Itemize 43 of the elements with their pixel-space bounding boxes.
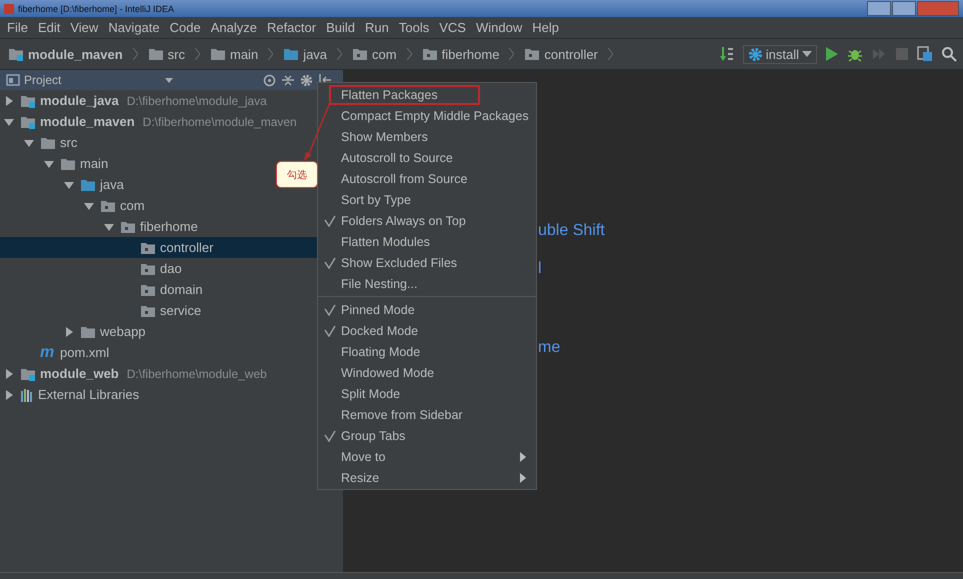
menu-option-label: Show Excluded Files <box>341 254 458 270</box>
tree-item-label: module_java <box>40 93 119 108</box>
menu-option-label: Floating Mode <box>341 344 422 360</box>
menu-option-label: Resize <box>341 470 380 486</box>
tree-item-label: fiberhome <box>140 219 198 234</box>
module-path: D:\fiberhome\module_java <box>126 94 267 108</box>
editor-hint: me <box>538 338 560 358</box>
menu-option-label: Docked Mode <box>341 322 420 338</box>
tree-item-label: module_web <box>40 366 119 381</box>
module-path: D:\fiberhome\module_web <box>126 366 267 380</box>
menu-option-label: Autoscroll from Source <box>341 170 468 186</box>
menu-option-label: Flatten Packages <box>331 86 478 102</box>
tree-item-label: dao <box>160 261 182 276</box>
tree-item-label: External Libraries <box>38 387 140 402</box>
annotation-tooltip: 勾选 <box>276 161 318 188</box>
tree-item-label: main <box>80 156 108 171</box>
menu-option-label: Folders Always on Top <box>341 212 467 228</box>
menu-option-label: Move to <box>341 448 386 464</box>
menu-option-label: Remove from Sidebar <box>341 406 464 422</box>
tree-item-label: domain <box>160 282 203 297</box>
tree-item-label: controller <box>160 240 214 255</box>
tree-item-label: webapp <box>100 324 146 339</box>
menu-option-label: Split Mode <box>341 386 402 402</box>
tree-item-label: module_maven <box>40 114 135 129</box>
tree-item-label: pom.xml <box>60 345 110 360</box>
menu-option-label: Flatten Modules <box>341 234 431 250</box>
module-path: D:\fiberhome\module_maven <box>142 114 297 128</box>
window-title: fiberhome [D:\fiberhome] - IntelliJ IDEA <box>18 4 174 14</box>
menu-option-label: Group Tabs <box>341 428 406 444</box>
maven-icon: m <box>40 344 56 362</box>
tree-item-label: com <box>120 198 145 213</box>
editor-hint: l <box>538 259 542 279</box>
tree-item-label: src <box>60 135 78 150</box>
menu-option-label: Windowed Mode <box>341 364 436 380</box>
tree-item-label: service <box>160 303 202 318</box>
menu-option-label: Show Members <box>341 128 429 144</box>
editor-hint: uble Shift <box>538 221 605 241</box>
menu-option-label: Sort by Type <box>341 192 412 208</box>
menu-option-label: Pinned Mode <box>341 302 416 318</box>
tree-item-label: java <box>100 177 124 192</box>
menu-option-label: Autoscroll to Source <box>341 150 454 166</box>
menu-option-label: File Nesting... <box>341 276 418 292</box>
menu-option-label: Compact Empty Middle Packages <box>341 108 530 124</box>
